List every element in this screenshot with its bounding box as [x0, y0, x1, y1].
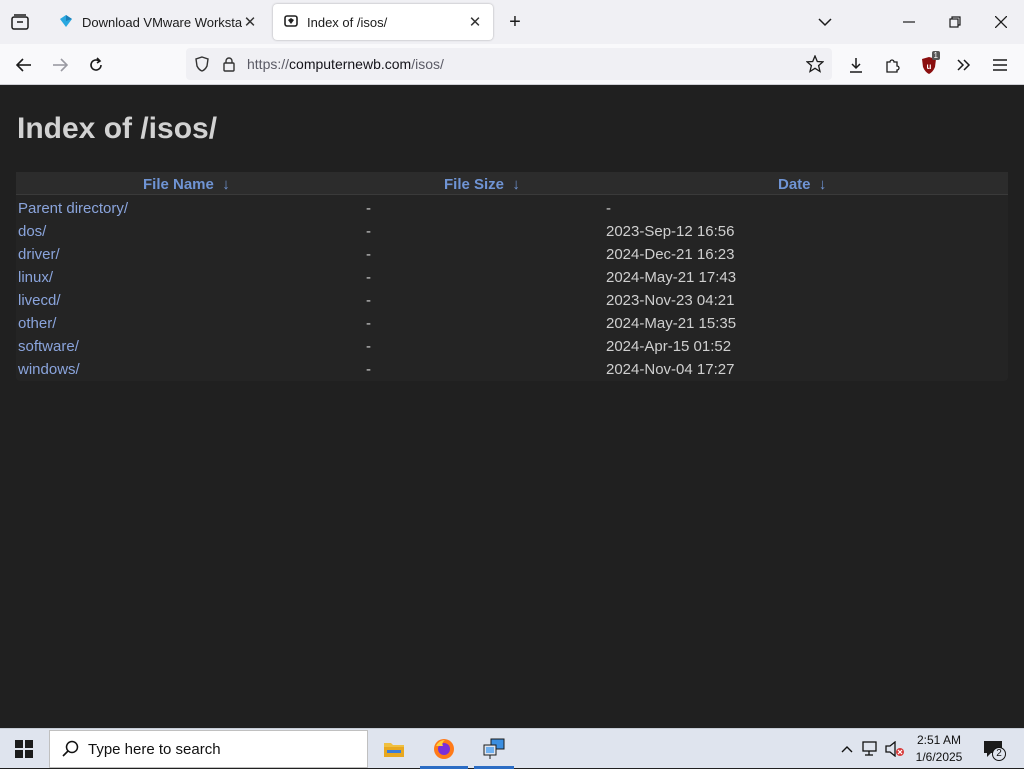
- table-row: linux/ - 2024-May-21 17:43: [16, 266, 1008, 289]
- file-link[interactable]: other/: [18, 312, 56, 335]
- restore-icon[interactable]: [942, 11, 968, 33]
- clock-date: 1/6/2025: [915, 750, 963, 764]
- file-link[interactable]: windows/: [18, 358, 80, 381]
- menu-hamburger-icon[interactable]: [988, 53, 1012, 77]
- page-title: Index of /isos/: [17, 112, 218, 145]
- more-tools-chevron-icon[interactable]: [952, 53, 976, 77]
- address-bar[interactable]: https://computernewb.com/isos/: [186, 48, 832, 80]
- firefox-button[interactable]: [420, 729, 468, 769]
- page-content: Index of /isos/ File Name ↓ File Size ↓ …: [0, 85, 1024, 728]
- file-link[interactable]: driver/: [18, 243, 60, 266]
- column-file-name[interactable]: File Name ↓: [143, 176, 230, 193]
- notification-icon[interactable]: 2: [980, 737, 1006, 761]
- column-date[interactable]: Date ↓: [778, 176, 826, 193]
- vmware-favicon-icon: [58, 13, 74, 32]
- file-table: File Name ↓ File Size ↓ Date ↓ Parent di…: [16, 172, 1008, 381]
- file-date: 2024-Dec-21 16:23: [606, 246, 735, 263]
- file-date: 2023-Nov-23 04:21: [606, 292, 735, 309]
- close-tab-icon[interactable]: ✕: [242, 13, 258, 31]
- file-date: 2024-May-21 15:35: [606, 315, 737, 332]
- minimize-icon[interactable]: [896, 11, 922, 33]
- tab-title: Index of /isos/: [307, 14, 388, 30]
- file-size: -: [366, 338, 371, 355]
- close-window-icon[interactable]: [988, 11, 1014, 33]
- chevron-down-icon[interactable]: [812, 11, 838, 33]
- extensions-puzzle-icon[interactable]: [880, 53, 904, 77]
- computer-network-icon: [483, 738, 505, 759]
- search-placeholder: Type here to search: [88, 740, 221, 758]
- nav-bar: https://computernewb.com/isos/ u 1: [0, 44, 1024, 85]
- close-tab-icon[interactable]: ✕: [467, 13, 483, 31]
- site-favicon-icon: [283, 13, 299, 32]
- table-row: other/ - 2024-May-21 15:35: [16, 312, 1008, 335]
- file-link[interactable]: Parent directory/: [18, 197, 128, 220]
- url-host: computernewb.com: [289, 56, 412, 72]
- table-row: driver/ - 2024-Dec-21 16:23: [16, 243, 1008, 266]
- reload-icon[interactable]: [84, 53, 108, 77]
- tab-index-isos[interactable]: Index of /isos/ ✕: [273, 4, 493, 40]
- file-size: -: [366, 292, 371, 309]
- chevron-up-icon[interactable]: [838, 739, 856, 759]
- taskbar-search[interactable]: Type here to search: [49, 730, 368, 768]
- file-link[interactable]: linux/: [18, 266, 53, 289]
- download-icon[interactable]: [844, 53, 868, 77]
- table-row: livecd/ - 2023-Nov-23 04:21: [16, 289, 1008, 312]
- search-icon: [62, 740, 80, 758]
- ublock-shield-icon[interactable]: u 1: [916, 51, 942, 78]
- file-size: -: [366, 361, 371, 378]
- shield-icon[interactable]: [194, 56, 210, 72]
- volume-muted-icon[interactable]: [884, 739, 906, 759]
- folder-icon: [384, 743, 404, 757]
- file-size: -: [366, 200, 371, 217]
- file-date: 2024-Apr-15 01:52: [606, 338, 732, 355]
- file-date: 2023-Sep-12 16:56: [606, 223, 735, 240]
- forward-icon[interactable]: [48, 53, 72, 77]
- url-text[interactable]: https://computernewb.com/isos/: [247, 48, 444, 80]
- file-date: 2024-May-21 17:43: [606, 269, 737, 286]
- table-row: Parent directory/ - -: [16, 197, 1008, 220]
- file-size: -: [366, 315, 371, 332]
- lock-icon[interactable]: [221, 56, 237, 72]
- star-bookmark-icon[interactable]: [806, 55, 824, 73]
- tab-vmware[interactable]: Download VMware Workstation Pro ✕: [48, 4, 268, 40]
- column-file-size[interactable]: File Size ↓: [444, 176, 520, 193]
- new-tab-icon[interactable]: +: [503, 11, 527, 33]
- table-row: software/ - 2024-Apr-15 01:52: [16, 335, 1008, 358]
- clock[interactable]: 2:51 AM 1/6/2025: [910, 732, 968, 766]
- table-row: dos/ - 2023-Sep-12 16:56: [16, 220, 1008, 243]
- url-scheme: https://: [247, 56, 290, 72]
- file-size: -: [366, 269, 371, 286]
- file-date: 2024-Nov-04 17:27: [606, 361, 735, 378]
- extension-badge: 1: [931, 51, 940, 60]
- table-header: File Name ↓ File Size ↓ Date ↓: [16, 172, 1008, 195]
- taskbar: Type here to search 2:51 AM 1/6/2025 2: [0, 728, 1024, 769]
- file-link[interactable]: software/: [18, 335, 79, 358]
- vm-app-button[interactable]: [470, 729, 518, 769]
- table-row: windows/ - 2024-Nov-04 17:27: [16, 358, 1008, 381]
- start-button[interactable]: [0, 729, 48, 769]
- file-link[interactable]: dos/: [18, 220, 46, 243]
- network-icon[interactable]: [861, 739, 881, 759]
- back-icon[interactable]: [12, 53, 36, 77]
- tab-list-icon[interactable]: [8, 11, 32, 33]
- file-link[interactable]: livecd/: [18, 289, 61, 312]
- notification-count: 2: [992, 747, 1006, 761]
- file-date: -: [606, 200, 611, 217]
- file-size: -: [366, 223, 371, 240]
- file-size: -: [366, 246, 371, 263]
- firefox-icon: [434, 739, 454, 759]
- url-path: /isos/: [411, 56, 444, 72]
- clock-time: 2:51 AM: [916, 733, 962, 747]
- tab-title: Download VMware Workstation Pro: [82, 14, 242, 30]
- file-explorer-button[interactable]: [370, 729, 418, 769]
- svg-text:u: u: [927, 62, 932, 71]
- tab-bar: Download VMware Workstation Pro ✕ Index …: [0, 0, 1024, 44]
- windows-logo-icon: [15, 740, 33, 758]
